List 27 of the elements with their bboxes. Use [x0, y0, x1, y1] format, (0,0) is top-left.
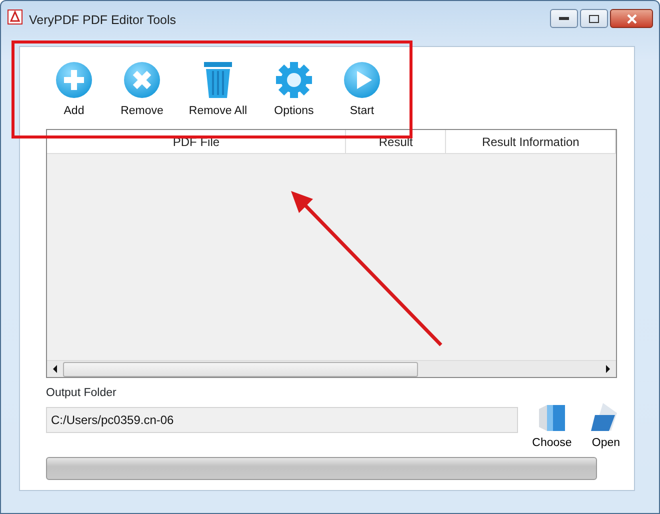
- start-button[interactable]: Start: [328, 61, 396, 129]
- column-header[interactable]: Result: [346, 130, 446, 153]
- play-icon: [343, 61, 381, 99]
- output-folder-field[interactable]: C:/Users/pc0359.cn-06: [46, 407, 518, 433]
- window-title: VeryPDF PDF Editor Tools: [29, 12, 176, 29]
- close-icon: [626, 14, 638, 24]
- add-button[interactable]: Add: [40, 61, 108, 129]
- output-folder-label: Output Folder: [46, 386, 116, 401]
- pdf-app-icon: [7, 9, 23, 25]
- remove-button[interactable]: Remove: [108, 61, 176, 129]
- cross-icon: [123, 61, 161, 99]
- maximize-icon: [589, 14, 599, 22]
- close-button[interactable]: [610, 9, 653, 28]
- choose-button[interactable]: Choose: [528, 401, 576, 452]
- minimize-button[interactable]: [550, 9, 578, 28]
- trash-icon: [203, 61, 233, 99]
- scroll-thumb[interactable]: [63, 362, 418, 376]
- open-button[interactable]: Open: [584, 401, 628, 452]
- left-arrow-icon: [52, 365, 58, 373]
- options-button[interactable]: Options: [260, 61, 328, 129]
- gear-icon: [275, 61, 313, 99]
- column-header[interactable]: Result Information: [446, 130, 616, 153]
- plus-icon: [55, 61, 93, 99]
- maximize-button[interactable]: [580, 9, 608, 28]
- minimize-icon: [559, 16, 569, 20]
- right-arrow-icon: [605, 365, 611, 373]
- remove-all-button[interactable]: Remove All: [176, 61, 260, 129]
